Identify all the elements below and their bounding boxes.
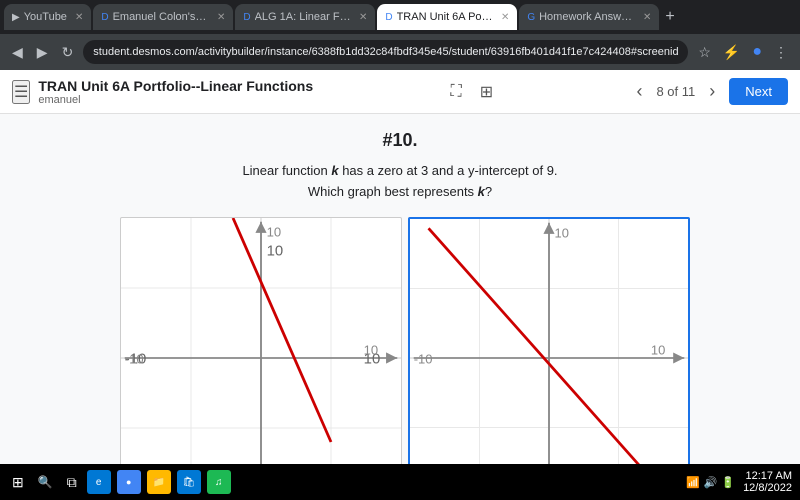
chrome-taskbar[interactable]: ● (117, 470, 141, 494)
app-header-left: ☰ TRAN Unit 6A Portfolio--Linear Functio… (12, 78, 313, 106)
extensions-icon[interactable]: ⚡ (719, 40, 744, 65)
date-display: 12/8/2022 (743, 482, 792, 494)
tab-home-close[interactable]: ✕ (217, 12, 225, 23)
graphs-grid: 10 -10 -10 10 10 10 -10 -10 (120, 217, 680, 464)
folder-taskbar[interactable]: 📁 (147, 470, 171, 494)
store-taskbar[interactable]: 🛍 (177, 470, 201, 494)
toolbar-icons: ☆ ⚡ ● ⋮ (694, 39, 792, 65)
app-subtitle: emanuel (38, 94, 313, 106)
tab-tran[interactable]: D TRAN Unit 6A Portfolio-... ✕ (377, 4, 517, 30)
system-icons: 📶 🔊 🔋 (686, 476, 735, 489)
svg-text:10: 10 (267, 224, 282, 239)
taskbar: ⊞ 🔍 ⧉ e ● 📁 🛍 ♫ 📶 🔊 🔋 12:17 AM 12/8/2022 (0, 464, 800, 500)
battery-icon: 🔋 (721, 476, 735, 489)
bookmark-icon[interactable]: ☆ (694, 40, 715, 65)
next-page-arrow[interactable]: › (703, 79, 721, 104)
svg-text:10: 10 (651, 342, 665, 357)
task-view[interactable]: ⧉ (63, 472, 81, 493)
calculator-button[interactable]: ⊞ (476, 78, 497, 106)
wifi-icon: 📶 (686, 476, 700, 489)
graph-b[interactable]: 10 10 -10 -10 (408, 217, 690, 464)
question-line1: Linear function k has a zero at 3 and a … (20, 161, 780, 182)
new-tab-button[interactable]: + (661, 4, 678, 30)
svg-text:10: 10 (555, 225, 569, 240)
svg-text:10: 10 (267, 242, 284, 259)
svg-text:-10: -10 (125, 351, 144, 366)
homework-favicon: G (527, 12, 535, 23)
tran-favicon: D (385, 12, 392, 23)
svg-text:10: 10 (364, 342, 379, 357)
tab-youtube[interactable]: ▶ YouTube ✕ (4, 4, 91, 30)
svg-text:-10: -10 (414, 351, 433, 366)
tab-home[interactable]: D Emanuel Colon's Home P... ✕ (93, 4, 233, 30)
tab-tran-close[interactable]: ✕ (501, 12, 509, 23)
taskbar-right: 📶 🔊 🔋 12:17 AM 12/8/2022 (686, 470, 792, 494)
graph-a-svg: 10 -10 -10 10 10 10 -10 -10 (121, 218, 401, 464)
app-title: TRAN Unit 6A Portfolio--Linear Functions (38, 78, 313, 94)
question-line2: Which graph best represents k? (20, 182, 780, 203)
clock: 12:17 AM 12/8/2022 (743, 470, 792, 494)
tab-alg-label: ALG 1A: Linear Functions (255, 11, 351, 23)
tab-homework-close[interactable]: ✕ (643, 12, 651, 23)
tab-alg[interactable]: D ALG 1A: Linear Functions ✕ (235, 4, 375, 30)
address-input[interactable] (83, 40, 688, 64)
taskbar-left: ⊞ 🔍 ⧉ e ● 📁 🛍 ♫ (8, 470, 231, 494)
page-info: 8 of 11 (656, 84, 695, 99)
graph-b-svg: 10 10 -10 -10 (410, 219, 688, 464)
tab-youtube-label: YouTube (24, 11, 67, 23)
main-content: #10. Linear function k has a zero at 3 a… (0, 114, 800, 464)
function-k2: k (478, 184, 485, 199)
home-favicon: D (101, 12, 108, 23)
edge-taskbar[interactable]: e (87, 470, 111, 494)
spotify-taskbar[interactable]: ♫ (207, 470, 231, 494)
tab-homework-label: Homework Answers from... (539, 11, 635, 23)
back-button[interactable]: ◀ (8, 40, 27, 65)
app-header-center: ⛶ ⊞ (447, 78, 498, 106)
question-text: Linear function k has a zero at 3 and a … (20, 161, 780, 203)
tab-alg-close[interactable]: ✕ (359, 12, 367, 23)
expand-button[interactable]: ⛶ (447, 78, 466, 106)
hamburger-menu[interactable]: ☰ (12, 80, 30, 104)
next-button[interactable]: Next (729, 78, 788, 105)
function-k: k (331, 163, 338, 178)
browser-chrome: ▶ YouTube ✕ D Emanuel Colon's Home P... … (0, 0, 800, 70)
start-button[interactable]: ⊞ (8, 472, 28, 493)
prev-page-button[interactable]: ‹ (630, 79, 648, 104)
tab-home-label: Emanuel Colon's Home P... (113, 11, 209, 23)
reload-button[interactable]: ↻ (58, 40, 78, 65)
time-display: 12:17 AM (743, 470, 792, 482)
volume-icon: 🔊 (704, 476, 718, 489)
tab-tran-label: TRAN Unit 6A Portfolio-... (397, 11, 493, 23)
address-bar: ◀ ▶ ↻ ☆ ⚡ ● ⋮ (0, 34, 800, 70)
app-title-block: TRAN Unit 6A Portfolio--Linear Functions… (38, 78, 313, 106)
search-taskbar[interactable]: 🔍 (34, 473, 57, 491)
alg-favicon: D (243, 12, 250, 23)
tab-youtube-close[interactable]: ✕ (75, 12, 83, 23)
menu-icon[interactable]: ⋮ (770, 40, 792, 65)
profile-icon[interactable]: ● (748, 39, 766, 65)
tab-bar: ▶ YouTube ✕ D Emanuel Colon's Home P... … (0, 0, 800, 34)
tab-homework[interactable]: G Homework Answers from... ✕ (519, 4, 659, 30)
question-number: #10. (20, 130, 780, 151)
graph-a[interactable]: 10 -10 -10 10 10 10 -10 -10 (120, 217, 402, 464)
youtube-favicon: ▶ (12, 12, 20, 23)
app-header-right: ‹ 8 of 11 › Next (630, 78, 788, 105)
app-header: ☰ TRAN Unit 6A Portfolio--Linear Functio… (0, 70, 800, 114)
forward-button[interactable]: ▶ (33, 40, 52, 65)
